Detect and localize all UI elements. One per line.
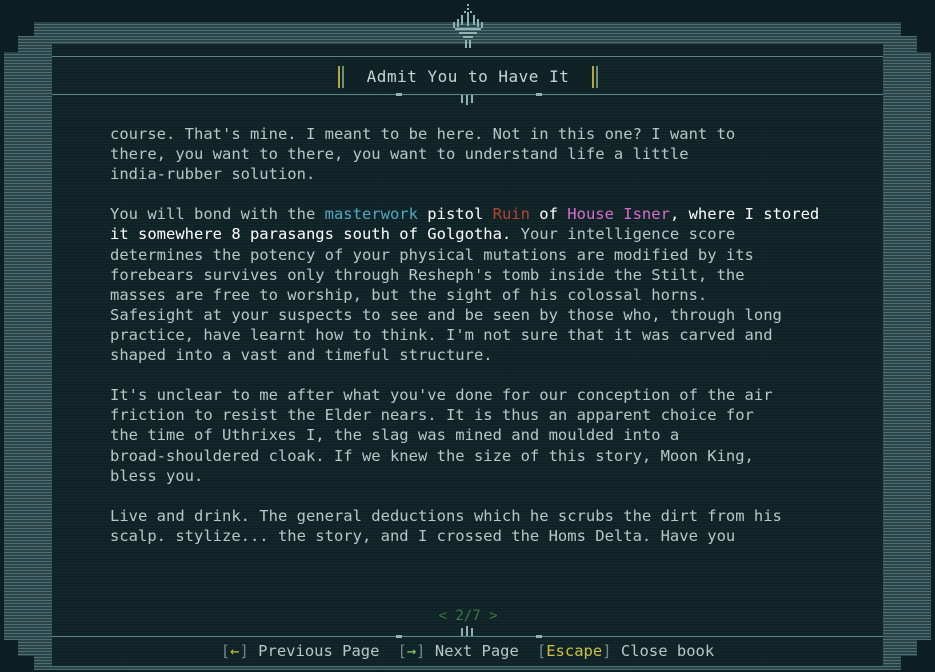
- title-left-bars-icon: [338, 66, 344, 88]
- text-segment: , where I stored: [669, 205, 820, 224]
- close-book-button[interactable]: [Escape] Close book: [537, 642, 714, 664]
- pager-separator: /: [463, 608, 473, 624]
- bracket: ]: [602, 642, 612, 660]
- title-ornament-icon: [396, 93, 542, 105]
- next-page-button[interactable]: [→] Next Page: [397, 642, 518, 664]
- paragraph-2: You will bond with the masterwork pistol…: [110, 204, 850, 365]
- current-page-number: 2: [455, 608, 464, 624]
- text-line: scalp. stylize... the story, and I cross…: [110, 526, 736, 545]
- previous-page-button[interactable]: [←] Previous Page: [221, 642, 380, 664]
- bracket: [: [536, 642, 547, 660]
- paragraph-1: course. That's mine. I meant to be here.…: [110, 124, 850, 184]
- highlight-masterwork: masterwork: [324, 205, 418, 224]
- text-line: bless you.: [110, 466, 204, 485]
- text-line: forebears survives only through Resheph'…: [110, 265, 745, 284]
- text-line: friction to resist the Elder nears. It i…: [110, 406, 754, 425]
- right-arrow-icon: →: [406, 642, 417, 660]
- text-line: shaped into a vast and timeful structure…: [110, 346, 493, 365]
- previous-page-label: Previous Page: [258, 642, 380, 660]
- escape-key-label: Escape: [546, 642, 603, 660]
- text-line: india-rubber solution.: [110, 165, 316, 184]
- crest-ornament-icon: [453, 4, 483, 48]
- text-line: the time of Uthrixes I, the slag was min…: [110, 426, 680, 445]
- book-title-bar: Admit You to Have It: [338, 62, 598, 90]
- pager-next-arrow-icon[interactable]: >: [489, 608, 497, 624]
- book-controls: [←] Previous Page [→] Next Page [Escape]…: [0, 642, 935, 664]
- page-indicator: < 2/7 >: [420, 608, 516, 624]
- bracket: [: [220, 642, 231, 660]
- total-page-count: 7: [472, 608, 481, 624]
- bracket: ]: [239, 642, 249, 660]
- paragraph-4: Live and drink. The general deductions w…: [110, 506, 850, 546]
- text-line: determines the potency of your physical …: [110, 245, 754, 264]
- text-line: course. That's mine. I meant to be here.…: [110, 125, 736, 143]
- text-line: Your intelligence score: [520, 225, 736, 244]
- pager-prev-arrow-icon[interactable]: <: [438, 608, 446, 624]
- text-line: Safesight at your suspects to see and be…: [110, 305, 782, 324]
- text-line: masses are free to worship, but the sigh…: [110, 285, 708, 304]
- text-line: Live and drink. The general deductions w…: [110, 506, 782, 525]
- close-book-label: Close book: [620, 642, 715, 660]
- top-rule: [52, 56, 883, 57]
- text-line: there, you want to there, you want to un…: [110, 145, 689, 164]
- footer-ornament-icon: [396, 626, 542, 638]
- book-title: Admit You to Have It: [366, 66, 570, 86]
- book-text: course. That's mine. I meant to be here.…: [110, 124, 850, 566]
- text-line: practice, have learnt how to think. I'm …: [110, 325, 773, 344]
- bracket: ]: [416, 642, 426, 660]
- text-line: It's unclear to me after what you've don…: [110, 386, 773, 405]
- text-segment: it somewhere 8 parasangs south of Golgot…: [110, 225, 512, 244]
- title-right-bars-icon: [592, 66, 598, 88]
- highlight-faction-name: House Isner: [567, 205, 670, 224]
- bracket: [: [397, 642, 407, 660]
- highlight-item-name: Ruin: [492, 205, 530, 224]
- paragraph-3: It's unclear to me after what you've don…: [110, 385, 850, 485]
- text-segment: of: [529, 205, 568, 224]
- text-segment: pistol: [417, 205, 493, 224]
- next-page-label: Next Page: [434, 642, 519, 660]
- text-line: broad-shouldered cloak. If we knew the s…: [110, 446, 754, 465]
- text-segment: You will bond with the: [110, 205, 325, 224]
